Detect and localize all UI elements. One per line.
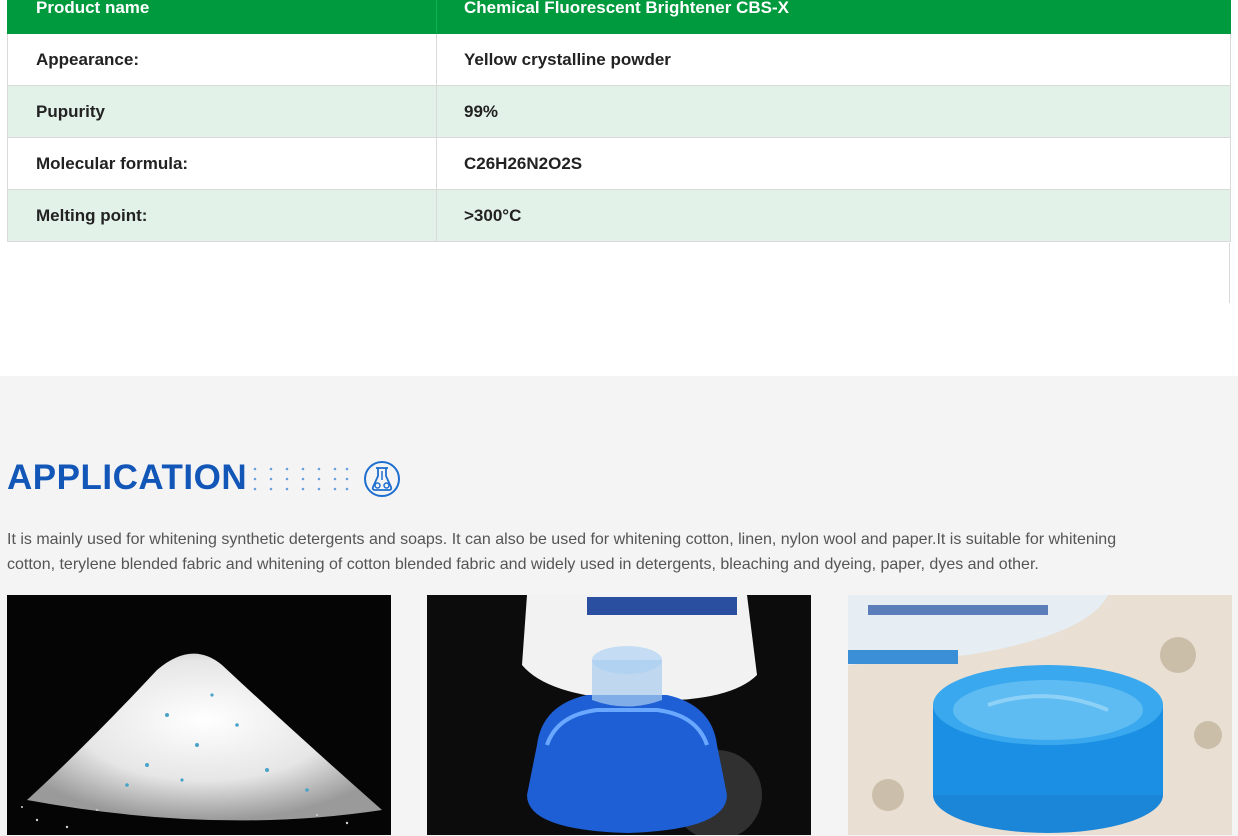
spec-row-melting-point: Melting point: >300°C — [7, 190, 1231, 242]
spec-value: Yellow crystalline powder — [464, 49, 671, 69]
spec-row-formula: Molecular formula: C26H26N2O2S — [7, 138, 1231, 190]
dotted-decoration-icon — [253, 467, 349, 491]
application-description: It is mainly used for whitening syntheti… — [7, 531, 1117, 573]
spec-row-purity: Pupurity 99% — [7, 86, 1231, 138]
flask-icon — [364, 461, 400, 497]
blue-bottle-cap-image — [427, 595, 811, 835]
spec-label: Appearance: — [8, 34, 437, 85]
spec-label: Melting point: — [8, 190, 437, 241]
spec-label: Molecular formula: — [8, 138, 437, 189]
spec-header-row: Product name Chemical Fluorescent Bright… — [7, 0, 1231, 34]
spec-value: >300°C — [464, 205, 522, 225]
application-title: APPLICATION — [7, 458, 248, 497]
spec-table: Product name Chemical Fluorescent Bright… — [7, 0, 1231, 242]
spec-value: C26H26N2O2S — [464, 153, 583, 173]
spec-label: Pupurity — [8, 86, 437, 137]
table-border-line — [1229, 243, 1230, 303]
blue-paste-jar-image — [848, 595, 1232, 835]
detergent-powder-image — [7, 595, 391, 835]
application-section: APPLICATION It is mainly used for whiten… — [0, 376, 1238, 836]
spec-value: 99% — [464, 101, 499, 121]
spec-row-appearance: Appearance: Yellow crystalline powder — [7, 34, 1231, 86]
spec-header-value: Chemical Fluorescent Brightener CBS-X — [464, 0, 789, 17]
spec-header-label: Product name — [8, 0, 437, 33]
